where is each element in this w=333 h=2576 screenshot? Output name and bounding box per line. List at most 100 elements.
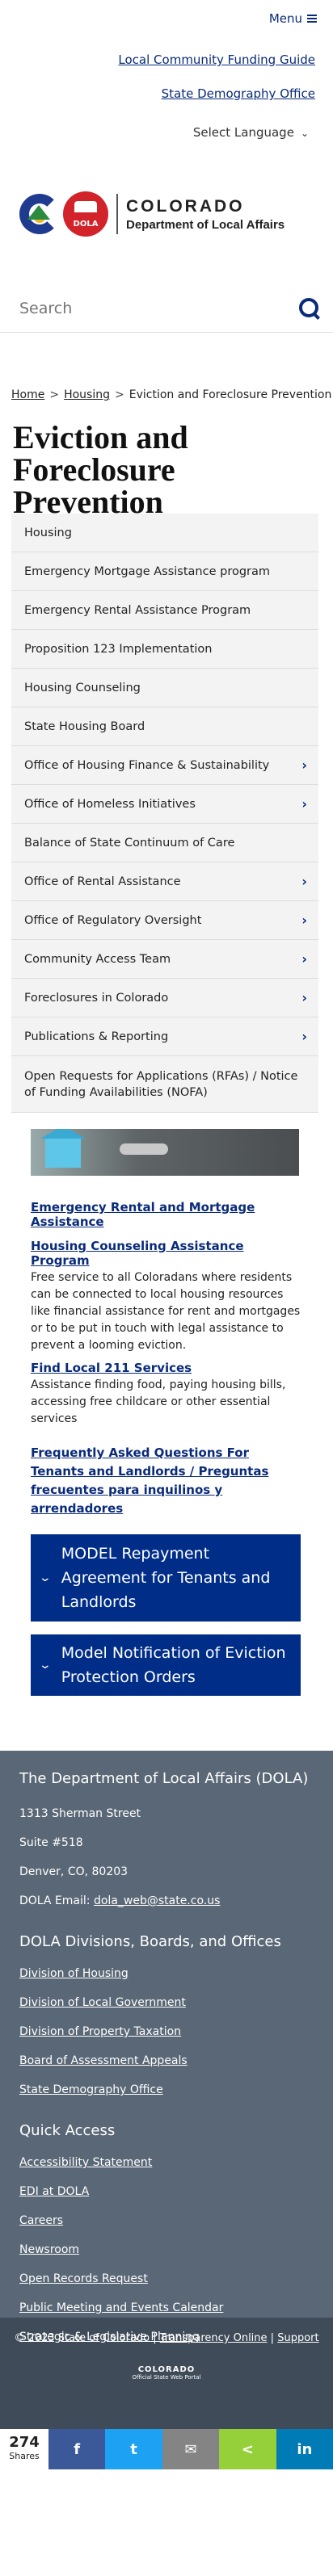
search-icon[interactable] bbox=[299, 297, 320, 319]
footer-link[interactable]: Careers bbox=[19, 2206, 317, 2235]
sidenav-item-label: Office of Rental Assistance bbox=[24, 875, 181, 888]
twitter-icon: t bbox=[130, 2440, 137, 2458]
chevron-right-icon: › bbox=[301, 913, 307, 928]
divisions-title: DOLA Divisions, Boards, and Offices bbox=[19, 1933, 281, 1950]
accordion-title: Model Notification of Eviction Protectio… bbox=[61, 1644, 286, 1686]
facebook-share-button[interactable]: f bbox=[48, 2429, 106, 2469]
sidenav-item-label: Proposition 123 Implementation bbox=[24, 642, 213, 656]
sidenav-item-housing-counseling[interactable]: Housing Counseling bbox=[11, 669, 318, 707]
utility-link-demography[interactable]: State Demography Office bbox=[0, 76, 333, 111]
sidenav-item-label: Housing Counseling bbox=[24, 681, 141, 694]
site-logo[interactable]: DOLA COLORADO Department of Local Affair… bbox=[0, 153, 333, 266]
footer-link[interactable]: Open Records Request bbox=[19, 2264, 317, 2293]
breadcrumb-separator: > bbox=[49, 388, 60, 401]
twitter-share-button[interactable]: t bbox=[105, 2429, 162, 2469]
local-211-link[interactable]: Find Local 211 Services bbox=[31, 1361, 302, 1375]
chevron-down-icon: ⌄ bbox=[38, 1659, 53, 1672]
email-link[interactable]: dola_web@state.co.us bbox=[94, 1894, 220, 1907]
sidenav-item-rental-assistance[interactable]: Office of Rental Assistance › bbox=[11, 862, 318, 901]
footer-link[interactable]: Division of Property Taxation bbox=[19, 2017, 317, 2046]
sidenav-item-prop-123[interactable]: Proposition 123 Implementation bbox=[11, 630, 318, 669]
email-label: DOLA Email: bbox=[19, 1894, 91, 1907]
quick-access-title: Quick Access bbox=[19, 2122, 116, 2139]
breadcrumb: Home > Housing > Eviction and Foreclosur… bbox=[0, 386, 333, 404]
sidenav-item-label: Balance of State Continuum of Care bbox=[24, 836, 235, 850]
chevron-right-icon: › bbox=[301, 1029, 307, 1044]
address-line: Suite #518 bbox=[19, 1836, 83, 1849]
utility-link-funding-guide[interactable]: Local Community Funding Guide bbox=[0, 44, 333, 76]
sidenav-item-foreclosures[interactable]: Foreclosures in Colorado › bbox=[11, 979, 318, 1017]
menu-button[interactable]: Menu bbox=[269, 11, 317, 26]
breadcrumb-home[interactable]: Home bbox=[11, 388, 44, 401]
housing-counseling-description: Free service to all Coloradans where res… bbox=[31, 1271, 301, 1352]
search-input[interactable] bbox=[19, 299, 262, 317]
share-count-label: Shares bbox=[9, 2451, 40, 2461]
top-bar: Menu bbox=[0, 0, 333, 39]
sidenav-item-label: Emergency Rental Assistance Program bbox=[24, 603, 251, 617]
portal-subtitle: Official State Web Portal bbox=[132, 2374, 201, 2381]
dola-badge-icon: DOLA bbox=[63, 191, 108, 237]
house-icon bbox=[40, 1129, 86, 1168]
chevron-right-icon: › bbox=[301, 757, 307, 773]
address-line: Denver, CO, 80203 bbox=[19, 1865, 129, 1878]
sidenav-item-label: Community Access Team bbox=[24, 952, 171, 966]
hamburger-icon bbox=[307, 15, 317, 23]
house-and-keys-image bbox=[31, 1129, 299, 1176]
sidenav-item-community-access[interactable]: Community Access Team › bbox=[11, 940, 318, 979]
sidenav-item-homeless-initiatives[interactable]: Office of Homeless Initiatives › bbox=[11, 785, 318, 824]
housing-counseling-link[interactable]: Housing Counseling Assistance Program bbox=[31, 1239, 302, 1268]
sidenav-item-emergency-mortgage[interactable]: Emergency Mortgage Assistance program bbox=[11, 552, 318, 591]
copyright-row: © 2023 State of Colorado | Transparency … bbox=[0, 2332, 333, 2344]
transparency-link[interactable]: Transparency Online bbox=[160, 2332, 268, 2344]
language-select[interactable]: Select Language ⌄ bbox=[0, 111, 333, 153]
sidenav-item-state-housing-board[interactable]: State Housing Board bbox=[11, 707, 318, 746]
faq-link[interactable]: Frequently Asked Questions For Tenants a… bbox=[31, 1444, 302, 1518]
sidenav-item-label: Publications & Reporting bbox=[24, 1030, 169, 1043]
support-link[interactable]: Support bbox=[277, 2332, 318, 2344]
footer-link[interactable]: Accessibility Statement bbox=[19, 2148, 317, 2177]
separator: | bbox=[270, 2332, 275, 2344]
sidenav-item-housing-finance[interactable]: Office of Housing Finance & Sustainabili… bbox=[11, 746, 318, 785]
sidenav-item-continuum-of-care[interactable]: Balance of State Continuum of Care bbox=[11, 824, 318, 862]
mail-icon: ✉ bbox=[184, 2440, 197, 2458]
breadcrumb-current: Eviction and Foreclosure Prevention bbox=[129, 388, 332, 401]
email-share-button[interactable]: ✉ bbox=[162, 2429, 220, 2469]
sidenav-item-label: Housing bbox=[24, 526, 72, 539]
linkedin-share-button[interactable]: in bbox=[276, 2429, 333, 2469]
sidenav-item-label: Emergency Mortgage Assistance program bbox=[24, 564, 271, 578]
footer-link[interactable]: Division of Local Government bbox=[19, 1988, 317, 2017]
language-label: Select Language bbox=[192, 125, 294, 140]
emergency-assistance-link[interactable]: Emergency Rental and Mortgage Assistance bbox=[31, 1200, 302, 1229]
bottom-bar: © 2023 State of Colorado | Transparency … bbox=[0, 2318, 333, 2429]
state-portal-logo[interactable]: COLORADO Official State Web Portal bbox=[110, 2365, 223, 2381]
separator: | bbox=[153, 2332, 157, 2344]
search-bar bbox=[0, 284, 333, 333]
accordion-eviction-notification[interactable]: ⌄ Model Notification of Eviction Protect… bbox=[31, 1634, 301, 1696]
share-count-number: 274 bbox=[9, 2434, 40, 2451]
sidenav-item-label: Open Requests for Applications (RFAs) / … bbox=[24, 1069, 298, 1099]
chevron-down-icon: ⌄ bbox=[300, 128, 309, 139]
brand-line-1: COLORADO bbox=[126, 196, 245, 216]
sidenav-item-emergency-rental[interactable]: Emergency Rental Assistance Program bbox=[11, 591, 318, 630]
side-navigation: Housing Emergency Mortgage Assistance pr… bbox=[11, 514, 318, 1113]
share-button[interactable]: < bbox=[219, 2429, 276, 2469]
sidenav-item-publications[interactable]: Publications & Reporting › bbox=[11, 1017, 318, 1056]
breadcrumb-housing[interactable]: Housing bbox=[64, 388, 110, 401]
footer-link[interactable]: EDI at DOLA bbox=[19, 2177, 317, 2206]
footer-link[interactable]: Newsroom bbox=[19, 2235, 317, 2264]
page-title: Eviction and Foreclosure Prevention bbox=[13, 419, 188, 520]
sidenav-item-label: State Housing Board bbox=[24, 720, 145, 733]
footer-link[interactable]: Division of Housing bbox=[19, 1959, 317, 1988]
chevron-down-icon: ⌄ bbox=[38, 1571, 53, 1584]
dola-badge-text: DOLA bbox=[73, 220, 99, 229]
brand-divider bbox=[116, 194, 118, 234]
sidenav-item-rfa-nofa[interactable]: Open Requests for Applications (RFAs) / … bbox=[11, 1056, 318, 1113]
footer-link[interactable]: Board of Assessment Appeals bbox=[19, 2046, 317, 2075]
copyright-text: © 2023 State of Colorado bbox=[14, 2332, 150, 2344]
address-line: 1313 Sherman Street bbox=[19, 1807, 141, 1820]
accordion-repayment-agreement[interactable]: ⌄ MODEL Repayment Agreement for Tenants … bbox=[31, 1534, 301, 1622]
brand-text: COLORADO Department of Local Affairs bbox=[126, 197, 285, 232]
sidenav-item-regulatory-oversight[interactable]: Office of Regulatory Oversight › bbox=[11, 901, 318, 940]
footer-divisions: DOLA Divisions, Boards, and Offices Divi… bbox=[19, 1933, 317, 2104]
footer-link[interactable]: State Demography Office bbox=[19, 2075, 317, 2104]
